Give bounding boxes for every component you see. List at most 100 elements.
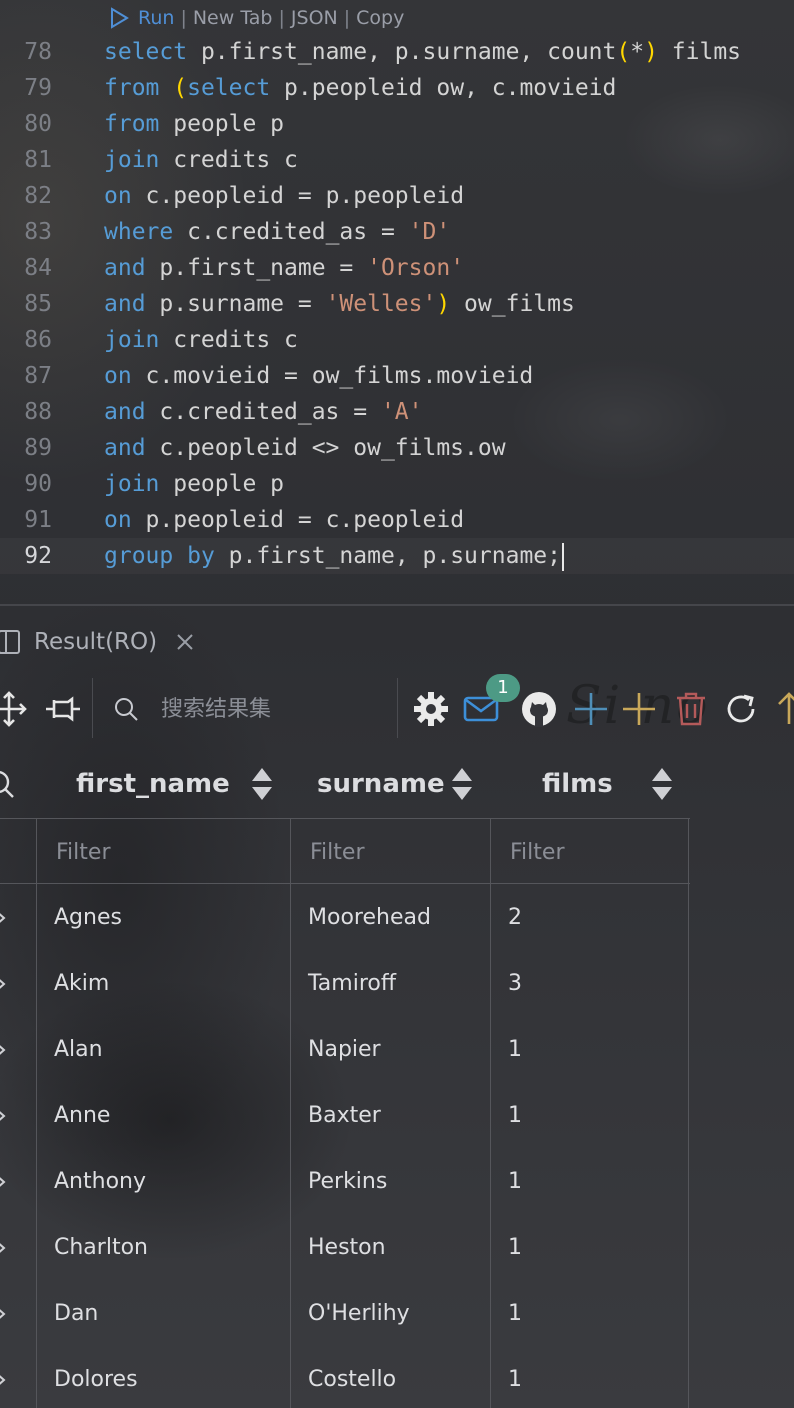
filter-input-films[interactable]	[508, 833, 682, 871]
search-input[interactable]	[159, 690, 383, 728]
cell-surname[interactable]: Baxter	[308, 1083, 381, 1149]
codelens-separator: |	[180, 7, 187, 29]
filter-input-first-name[interactable]	[54, 833, 278, 871]
cell-films[interactable]: 3	[508, 951, 522, 1017]
line-number: 90	[24, 471, 52, 497]
code-text: on p.peopleid = c.peopleid	[104, 502, 464, 538]
cell-first-name[interactable]: Alan	[54, 1017, 103, 1083]
search-icon[interactable]	[0, 768, 22, 800]
chevron-right-icon[interactable]	[0, 1173, 8, 1191]
table-row[interactable]: Agnes Moorehead 2	[0, 885, 690, 951]
cell-films[interactable]: 2	[508, 885, 522, 951]
chevron-right-icon[interactable]	[0, 1041, 8, 1059]
cell-surname[interactable]: Costello	[308, 1347, 396, 1408]
codelens-json[interactable]: JSON	[291, 7, 338, 29]
sort-icon[interactable]	[450, 766, 474, 802]
code-line[interactable]: 90 join people p	[0, 466, 794, 502]
chevron-right-icon[interactable]	[0, 975, 8, 993]
code-text: join credits c	[104, 142, 298, 178]
sql-editor[interactable]: Run | New Tab | JSON | Copy 78 select p.f…	[0, 0, 794, 604]
code-token: from	[104, 75, 160, 101]
code-area[interactable]: 78 select p.first_name, p.surname, count(…	[0, 34, 794, 574]
cell-surname[interactable]: Heston	[308, 1215, 386, 1281]
insert-row-icon[interactable]	[620, 690, 658, 728]
run-icon[interactable]	[108, 7, 130, 29]
result-tab[interactable]: Result(RO)	[0, 620, 195, 664]
move-icon[interactable]	[0, 690, 28, 728]
table-row[interactable]: Alan Napier 1	[0, 1017, 690, 1083]
cell-first-name[interactable]: Dolores	[54, 1347, 138, 1408]
code-line[interactable]: 81 join credits c	[0, 142, 794, 178]
cell-first-name[interactable]: Dan	[54, 1281, 98, 1347]
pin-icon[interactable]	[44, 690, 82, 728]
table-row[interactable]: Anne Baxter 1	[0, 1083, 690, 1149]
code-line[interactable]: 85 and p.surname = 'Welles') ow_films	[0, 286, 794, 322]
code-text: on c.peopleid = p.peopleid	[104, 178, 464, 214]
cell-first-name[interactable]: Akim	[54, 951, 109, 1017]
codelens-copy[interactable]: Copy	[356, 7, 404, 29]
table-row[interactable]: Anthony Perkins 1	[0, 1149, 690, 1215]
cell-first-name[interactable]: Charlton	[54, 1215, 148, 1281]
code-token: 'Orson'	[367, 255, 465, 281]
github-icon[interactable]	[520, 690, 558, 728]
code-line[interactable]: 91 on p.peopleid = c.peopleid	[0, 502, 794, 538]
gear-icon[interactable]	[412, 690, 450, 728]
chevron-right-icon[interactable]	[0, 1371, 8, 1389]
line-number: 78	[24, 39, 52, 65]
code-line[interactable]: 80 from people p	[0, 106, 794, 142]
filter-row	[0, 819, 690, 884]
code-line[interactable]: 84 and p.first_name = 'Orson'	[0, 250, 794, 286]
sort-icon[interactable]	[250, 766, 274, 802]
line-number: 80	[24, 111, 52, 137]
cell-films[interactable]: 1	[508, 1083, 522, 1149]
code-line[interactable]: 86 join credits c	[0, 322, 794, 358]
filter-input-surname[interactable]	[308, 833, 482, 871]
cell-films[interactable]: 1	[508, 1149, 522, 1215]
cell-first-name[interactable]: Anne	[54, 1083, 110, 1149]
table-row[interactable]: Dan O'Herlihy 1	[0, 1281, 690, 1347]
add-row-icon[interactable]	[572, 690, 610, 728]
table-row[interactable]: Charlton Heston 1	[0, 1215, 690, 1281]
code-line[interactable]: 82 on c.peopleid = p.peopleid	[0, 178, 794, 214]
cell-surname[interactable]: Napier	[308, 1017, 381, 1083]
cell-films[interactable]: 1	[508, 1017, 522, 1083]
table-row[interactable]: Akim Tamiroff 3	[0, 951, 690, 1017]
cell-surname[interactable]: O'Herlihy	[308, 1281, 410, 1347]
code-line[interactable]: 79 from (select p.peopleid ow, c.movieid	[0, 70, 794, 106]
code-token: c.movieid = ow_films.movieid	[131, 363, 534, 389]
column-header-surname[interactable]: surname	[317, 752, 445, 816]
cell-first-name[interactable]: Anthony	[54, 1149, 146, 1215]
app-window: Run | New Tab | JSON | Copy 78 select p.f…	[0, 0, 794, 1408]
code-line[interactable]: 87 on c.movieid = ow_films.movieid	[0, 358, 794, 394]
chevron-right-icon[interactable]	[0, 1239, 8, 1257]
code-token: on	[104, 183, 132, 209]
cell-first-name[interactable]: Agnes	[54, 885, 122, 951]
close-icon[interactable]	[175, 632, 195, 652]
code-text: and p.first_name = 'Orson'	[104, 250, 464, 286]
codelens-run[interactable]: Run	[138, 7, 174, 29]
code-line[interactable]: 83 where c.credited_as = 'D'	[0, 214, 794, 250]
table-row[interactable]: Dolores Costello 1	[0, 1347, 690, 1408]
delete-icon[interactable]	[672, 690, 710, 728]
cell-surname[interactable]: Moorehead	[308, 885, 431, 951]
codelens-new-tab[interactable]: New Tab	[193, 7, 273, 29]
column-header-first-name[interactable]: first_name	[76, 752, 230, 816]
cell-surname[interactable]: Perkins	[308, 1149, 387, 1215]
cell-films[interactable]: 1	[508, 1281, 522, 1347]
cell-films[interactable]: 1	[508, 1347, 522, 1408]
code-line[interactable]: 92 group by p.first_name, p.surname;	[0, 538, 794, 574]
refresh-icon[interactable]	[722, 690, 760, 728]
code-line[interactable]: 78 select p.first_name, p.surname, count(…	[0, 34, 794, 70]
chevron-right-icon[interactable]	[0, 1107, 8, 1125]
column-header-films[interactable]: films	[542, 752, 613, 816]
code-token: p.first_name =	[145, 255, 368, 281]
code-line[interactable]: 89 and c.peopleid <> ow_films.ow	[0, 430, 794, 466]
code-line[interactable]: 88 and c.credited_as = 'A'	[0, 394, 794, 430]
chevron-right-icon[interactable]	[0, 909, 8, 927]
chevron-right-icon[interactable]	[0, 1305, 8, 1323]
arrow-up-icon[interactable]	[770, 690, 794, 728]
cell-films[interactable]: 1	[508, 1215, 522, 1281]
cell-surname[interactable]: Tamiroff	[308, 951, 396, 1017]
sort-icon[interactable]	[650, 766, 674, 802]
